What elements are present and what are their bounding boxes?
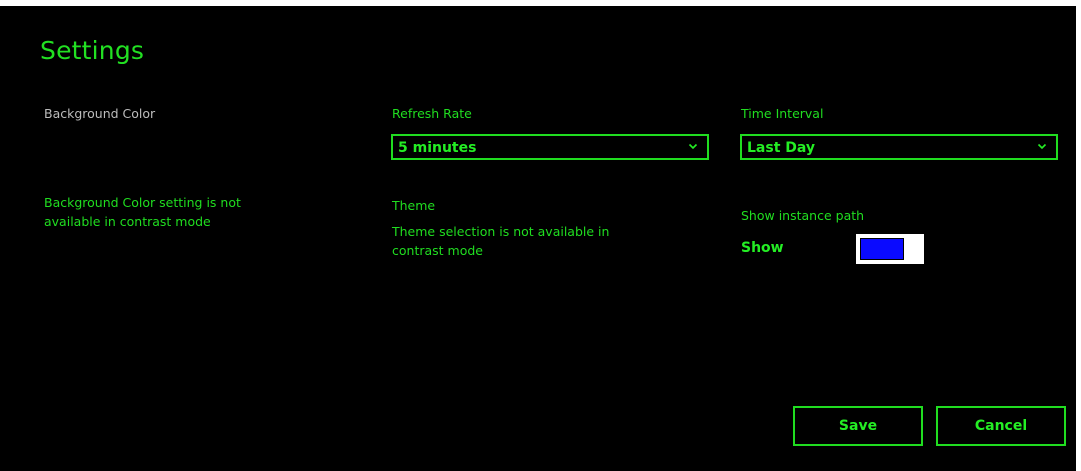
time-interval-label: Time Interval bbox=[741, 106, 824, 121]
show-instance-path-label: Show instance path bbox=[741, 208, 865, 223]
chevron-down-icon bbox=[1037, 143, 1047, 150]
settings-dialog: Settings Background Color Background Col… bbox=[0, 6, 1076, 471]
show-instance-path-toggle[interactable] bbox=[856, 234, 924, 264]
time-interval-value: Last Day bbox=[747, 140, 816, 156]
toggle-state-text: Show bbox=[741, 240, 784, 256]
page-title: Settings bbox=[40, 36, 145, 65]
toggle-track bbox=[860, 238, 904, 260]
background-color-message: Background Color setting is not availabl… bbox=[44, 195, 241, 229]
refresh-rate-dropdown[interactable]: 5 minutes bbox=[391, 134, 709, 160]
background-color-label: Background Color bbox=[44, 106, 156, 121]
theme-label: Theme bbox=[392, 198, 436, 213]
refresh-rate-value: 5 minutes bbox=[398, 140, 477, 156]
time-interval-dropdown[interactable]: Last Day bbox=[740, 134, 1058, 160]
chevron-down-icon bbox=[688, 143, 698, 150]
theme-message: Theme selection is not available in cont… bbox=[392, 224, 610, 258]
refresh-rate-label: Refresh Rate bbox=[392, 106, 472, 121]
save-button[interactable]: Save bbox=[793, 406, 923, 446]
cancel-button[interactable]: Cancel bbox=[936, 406, 1066, 446]
